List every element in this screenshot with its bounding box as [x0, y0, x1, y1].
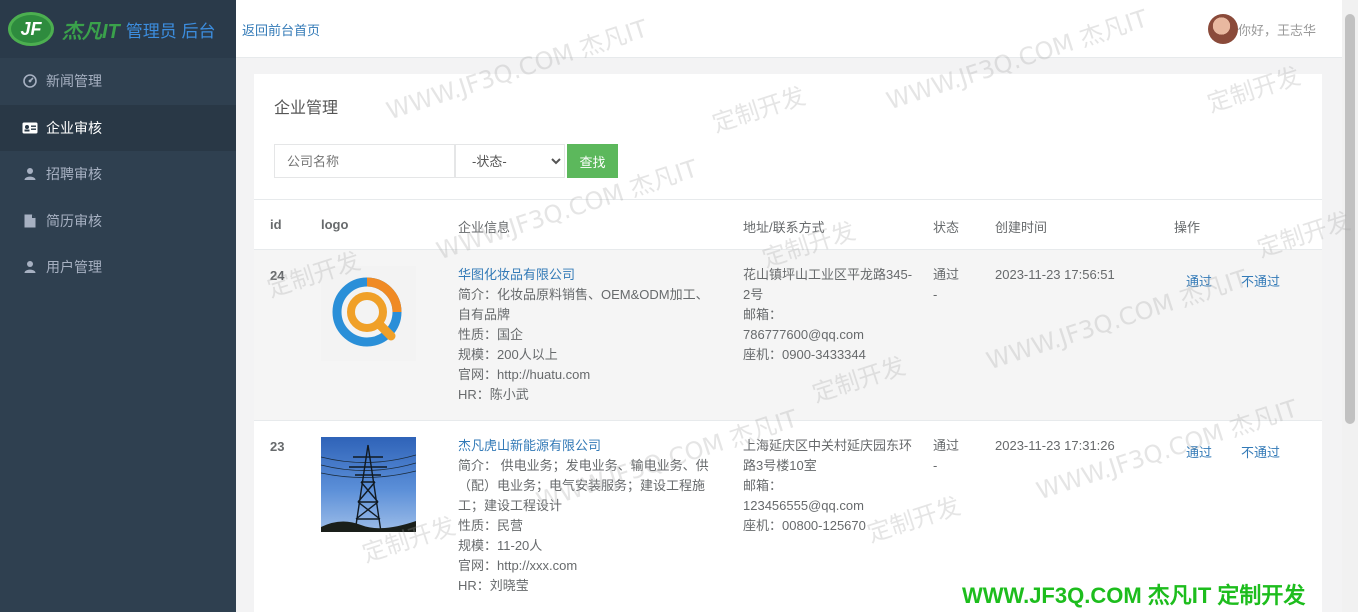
file-icon	[22, 213, 38, 229]
status-sub: -	[933, 287, 938, 302]
avatar[interactable]	[1208, 14, 1238, 44]
column-header-info: 企业信息	[458, 220, 511, 235]
company-scale: 规模：11-20人	[458, 538, 543, 553]
column-header-actions: 操作	[1174, 220, 1201, 235]
company-phone: 座机：0900-3433344	[743, 347, 866, 362]
top-navbar: 返回前台首页 你好，王志华	[236, 0, 1342, 58]
search-q-logo-icon	[332, 277, 401, 346]
user-icon	[22, 259, 38, 275]
approve-link[interactable]: 通过	[1186, 442, 1212, 461]
created-time: 2023-11-23 17:31:26	[995, 438, 1115, 453]
email-label: 邮箱：	[743, 307, 783, 322]
reject-link[interactable]: 不通过	[1241, 271, 1280, 290]
sidebar-item-user-management[interactable]: 用户管理	[0, 244, 236, 291]
brand-logo: JF	[8, 12, 54, 46]
company-intro: 简介：化妆品原料销售、OEM&ODM加工、自有品牌	[458, 287, 709, 322]
table-header: id logo 企业信息 地址/联系方式 状态 创建时间 操作	[254, 199, 1322, 250]
sidebar-item-label: 用户管理	[46, 259, 102, 276]
company-address: 花山镇坪山工业区平龙路345-2号	[743, 267, 913, 302]
column-header-created-time: 创建时间	[995, 220, 1048, 235]
brand-subtitle: 管理员 后台	[125, 21, 216, 41]
user-greeting[interactable]: 你好，王志华	[1238, 20, 1316, 39]
column-header-status: 状态	[933, 220, 960, 235]
company-phone: 座机：00800-125670	[743, 518, 866, 533]
company-nature: 性质：民营	[458, 518, 524, 533]
email-label: 邮箱：	[743, 478, 783, 493]
company-name-search-input[interactable]	[274, 144, 455, 178]
company-website: 官网：http://xxx.com	[458, 558, 578, 573]
status-cell: 通过 -	[933, 265, 959, 305]
power-tower-image-icon	[321, 444, 416, 532]
column-header-address: 地址/联系方式	[743, 220, 825, 235]
company-name-link[interactable]: 杰凡虎山新能源有限公司	[458, 436, 718, 456]
sidebar-item-resume-review[interactable]: 简历审核	[0, 198, 236, 245]
dashboard-icon	[22, 73, 38, 89]
table-row: 24 华图化妆品有限公司 简介：化妆品原料销售、OEM&ODM加工、自有品牌 性…	[254, 250, 1322, 421]
column-header-logo: logo	[321, 217, 349, 232]
sidebar-item-label: 简历审核	[46, 212, 102, 229]
reject-link[interactable]: 不通过	[1241, 442, 1280, 461]
company-email: 123456555@qq.com	[743, 498, 864, 513]
status-text: 通过	[933, 267, 960, 282]
company-management-panel: 企业管理 -状态- 查找 id logo 企业信息 地址/联系方式 状态 创建时…	[254, 74, 1322, 612]
company-info: 杰凡虎山新能源有限公司 简介： 供电业务；发电业务、输电业务、供（配）电业务；电…	[458, 436, 718, 596]
company-scale: 规模：200人以上	[458, 347, 558, 362]
company-logo	[321, 266, 416, 361]
user-icon	[22, 166, 38, 182]
scrollbar-thumb[interactable]	[1345, 14, 1355, 424]
company-email: 786777600@qq.com	[743, 327, 864, 342]
company-name-link[interactable]: 华图化妆品有限公司	[458, 265, 718, 285]
brand-name: 杰凡IT	[62, 20, 120, 43]
approve-link[interactable]: 通过	[1186, 271, 1212, 290]
created-time: 2023-11-23 17:56:51	[995, 267, 1115, 282]
sidebar-item-news[interactable]: 新闻管理	[0, 58, 236, 105]
company-hr: HR：刘晓莹	[458, 578, 529, 593]
status-cell: 通过 -	[933, 436, 959, 476]
search-button[interactable]: 查找	[567, 144, 618, 178]
company-info: 华图化妆品有限公司 简介：化妆品原料销售、OEM&ODM加工、自有品牌 性质：国…	[458, 265, 718, 405]
company-contact: 花山镇坪山工业区平龙路345-2号 邮箱： 786777600@qq.com 座…	[743, 265, 913, 365]
status-text: 通过	[933, 438, 960, 453]
company-website: 官网：http://huatu.com	[458, 367, 591, 382]
company-contact: 上海延庆区中关村延庆园东环路3号楼10室 邮箱： 123456555@qq.co…	[743, 436, 913, 536]
watermark-banner: WWW.JF3Q.COM 杰凡IT 定制开发	[962, 583, 1306, 608]
company-nature: 性质：国企	[458, 327, 524, 342]
sidebar-item-company-review[interactable]: 企业审核	[0, 104, 236, 151]
company-hr: HR：陈小武	[458, 387, 529, 402]
sidebar-nav: 新闻管理 企业审核 招聘审核 简历审核 用户管理	[0, 58, 236, 291]
page-title: 企业管理	[274, 100, 339, 117]
company-intro: 简介： 供电业务；发电业务、输电业务、供（配）电业务；电气安装服务；建设工程施工…	[458, 458, 709, 513]
company-logo	[321, 437, 416, 532]
company-address: 上海延庆区中关村延庆园东环路3号楼10室	[743, 438, 913, 473]
sidebar-item-label: 招聘审核	[46, 166, 102, 183]
sidebar: JF 杰凡IT 管理员 后台 新闻管理 企业审核 招聘审核 简历审核 用户管理	[0, 0, 236, 612]
id-card-icon	[22, 120, 38, 136]
status-select[interactable]: -状态-	[455, 144, 565, 178]
column-header-id: id	[270, 217, 282, 232]
brand[interactable]: JF 杰凡IT 管理员 后台	[0, 0, 236, 58]
page-scrollbar[interactable]	[1342, 0, 1358, 612]
status-sub: -	[933, 458, 938, 473]
sidebar-item-label: 新闻管理	[46, 73, 102, 90]
sidebar-item-label: 企业审核	[46, 119, 102, 136]
row-id: 23	[270, 439, 285, 454]
sidebar-item-job-review[interactable]: 招聘审核	[0, 151, 236, 198]
back-to-frontend-link[interactable]: 返回前台首页	[242, 20, 320, 39]
row-id: 24	[270, 268, 285, 283]
